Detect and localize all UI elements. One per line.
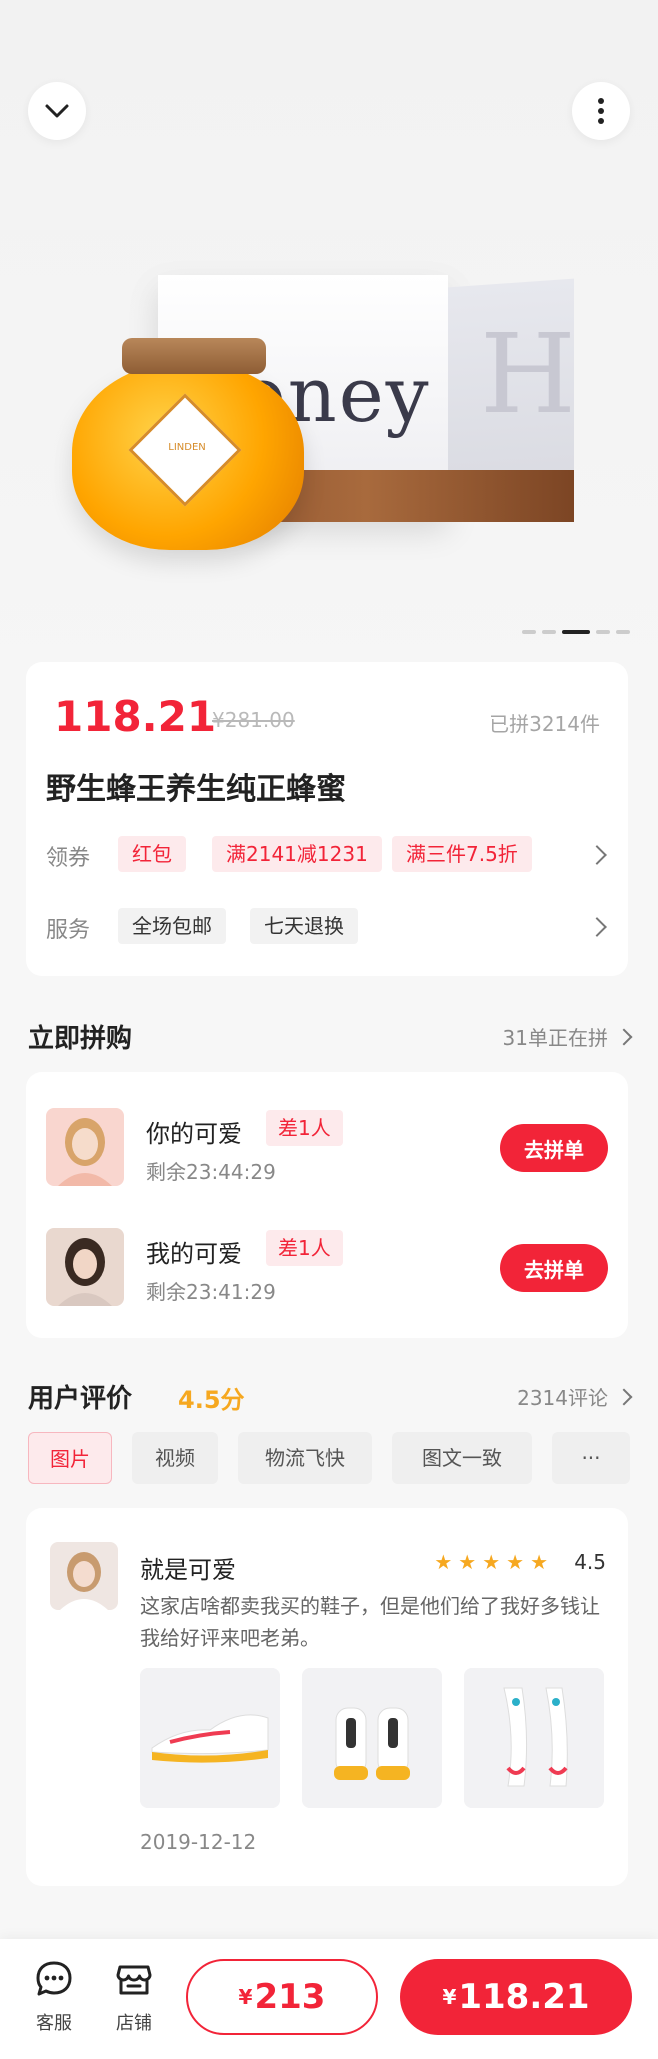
box-letter: H (480, 310, 576, 438)
carousel-dot[interactable] (596, 630, 610, 634)
customer-service-button[interactable]: 客服 (24, 1959, 84, 2035)
chevron-right-icon[interactable] (587, 917, 607, 937)
buy-alone-price-button[interactable]: ¥ 118.21 (400, 1959, 632, 2035)
product-detail-page: oney H LINDEN 118.21 ¥281.00 已拼3214件 野生蜂… (0, 0, 658, 2059)
jar-lid (122, 338, 266, 374)
coupon-tag[interactable]: 满三件7.5折 (392, 836, 532, 872)
reviewer-avatar (50, 1542, 118, 1610)
rating-stars: ★ ★ ★ ★ ★ (434, 1552, 548, 1572)
review-photo[interactable] (464, 1668, 604, 1808)
star-icon: ★ (434, 1550, 453, 1574)
store-icon (116, 1965, 152, 1995)
avatar (46, 1228, 124, 1306)
review-count: 2314评论 (517, 1386, 608, 1410)
chevron-right-icon (615, 1028, 633, 1045)
filter-chip-matches-photos[interactable]: 图文一致 (392, 1432, 532, 1484)
group-leader-name: 你的可爱 (146, 1120, 242, 1148)
review-score: 4.5分 (178, 1386, 245, 1414)
reviewer-name: 就是可爱 (140, 1556, 236, 1584)
service-tag: 七天退换 (250, 908, 358, 944)
group-buy-card: 你的可爱 差1人 剩余23:44:29 去拼单 我的可爱 差1人 剩余23:41… (26, 1072, 628, 1338)
sold-count: 已拼3214件 (489, 712, 600, 736)
star-icon: ★ (458, 1550, 477, 1574)
group-row: 我的可爱 差1人 剩余23:41:29 去拼单 (26, 1228, 628, 1318)
avatar (46, 1108, 124, 1186)
chevron-right-icon[interactable] (587, 845, 607, 865)
group-row: 你的可爱 差1人 剩余23:44:29 去拼单 (26, 1108, 628, 1198)
review-photo[interactable] (302, 1668, 442, 1808)
product-hero: oney H LINDEN (0, 0, 658, 740)
currency-symbol: ¥ (442, 1985, 457, 2009)
carousel-dot[interactable] (522, 630, 536, 634)
collapse-button[interactable] (28, 82, 86, 140)
group-missing-badge: 差1人 (266, 1230, 343, 1266)
customer-service-label: 客服 (36, 2013, 72, 2034)
carousel-dot-active[interactable] (562, 630, 590, 634)
more-vertical-icon (598, 98, 604, 124)
join-group-button[interactable]: 去拼单 (500, 1244, 608, 1292)
service-label: 服务 (46, 918, 91, 943)
carousel-dot[interactable] (542, 630, 556, 634)
group-leader-name: 我的可爱 (146, 1240, 242, 1268)
carousel-indicator (522, 630, 630, 634)
more-options-button[interactable] (572, 82, 630, 140)
group-buy-price-button[interactable]: ¥ 213 (186, 1959, 378, 2035)
group-countdown: 剩余23:41:29 (146, 1280, 276, 1304)
reviews-more[interactable]: 2314评论 (517, 1382, 633, 1411)
review-rating: 4.5 (574, 1550, 606, 1574)
group-buy-count: 31单正在拼 (502, 1026, 608, 1050)
store-button[interactable]: 店铺 (104, 1959, 164, 2035)
review-card: 就是可爱 ★ ★ ★ ★ ★ 4.5 这家店啥都卖我买的鞋子，但是他们给了我好多… (26, 1508, 628, 1886)
service-tag: 全场包邮 (118, 908, 226, 944)
review-date: 2019-12-12 (140, 1830, 257, 1854)
group-buy-more[interactable]: 31单正在拼 (502, 1022, 633, 1051)
currency-symbol: ¥ (238, 1985, 253, 2009)
filter-chip-more[interactable]: ··· (552, 1432, 630, 1484)
group-buy-title: 立即拼购 (28, 1024, 133, 1054)
group-countdown: 剩余23:44:29 (146, 1160, 276, 1184)
chevron-down-icon (45, 104, 69, 118)
group-missing-badge: 差1人 (266, 1110, 343, 1146)
star-icon: ★ (530, 1550, 548, 1574)
filter-chip-pictures[interactable]: 图片 (28, 1432, 112, 1484)
single-price: 118.21 (458, 1977, 590, 2017)
reviews-title: 用户评价 (28, 1384, 133, 1414)
coupon-label: 领券 (46, 846, 91, 871)
filter-chip-fast-shipping[interactable]: 物流飞快 (238, 1432, 372, 1484)
filter-chip-video[interactable]: 视频 (132, 1432, 218, 1484)
chevron-right-icon (615, 1388, 633, 1405)
coupon-tag[interactable]: 红包 (118, 836, 186, 872)
join-group-button[interactable]: 去拼单 (500, 1124, 608, 1172)
bottom-action-bar: 客服 店铺 ¥ 213 ¥ 118.21 (0, 1939, 658, 2059)
star-icon: ★ (482, 1550, 501, 1574)
chat-bubble-icon (36, 1961, 72, 1996)
group-price: 213 (254, 1977, 326, 2017)
product-info-card: 118.21 ¥281.00 已拼3214件 野生蜂王养生纯正蜂蜜 领券 红包 … (26, 662, 628, 976)
store-label: 店铺 (116, 2013, 152, 2034)
review-text: 这家店啥都卖我买的鞋子，但是他们给了我好多钱让我给好评来吧老弟。 (140, 1594, 600, 1650)
coupon-tag[interactable]: 满2141减1231 (212, 836, 382, 872)
star-icon: ★ (506, 1550, 525, 1574)
product-title: 野生蜂王养生纯正蜂蜜 (46, 772, 346, 807)
carousel-dot[interactable] (616, 630, 630, 634)
current-price: 118.21 (54, 692, 217, 741)
original-price: ¥281.00 (212, 708, 295, 732)
jar-label-text: LINDEN (168, 442, 206, 453)
review-photo[interactable] (140, 1668, 280, 1808)
